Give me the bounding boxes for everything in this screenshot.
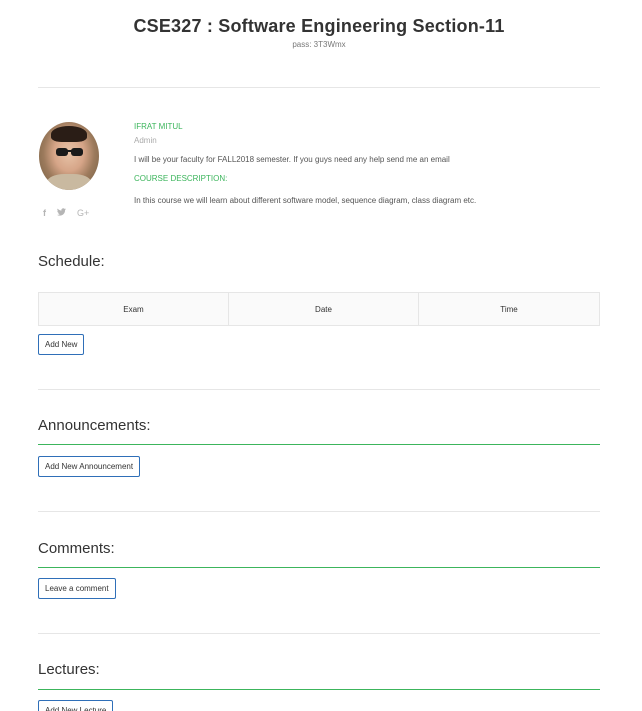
add-announcement-button[interactable]: Add New Announcement xyxy=(38,456,141,477)
course-page: CSE327 : Software Engineering Section-11… xyxy=(0,0,642,711)
faculty-message: I will be your faculty for FALL2018 seme… xyxy=(134,155,450,164)
column-header-exam: Exam xyxy=(123,304,144,314)
comments-title: Comments: xyxy=(38,540,115,557)
leave-comment-button[interactable]: Leave a comment xyxy=(38,578,116,599)
schedule-title: Schedule: xyxy=(38,253,105,270)
divider xyxy=(38,511,600,512)
faculty-card: f G+ IFRAT MITUL Admin I will be your fa… xyxy=(38,122,600,222)
google-plus-icon[interactable]: G+ xyxy=(77,208,89,218)
comments-underline xyxy=(38,567,600,568)
course-description: In this course we will learn about diffe… xyxy=(134,196,477,205)
divider xyxy=(38,87,600,88)
lectures-title: Lectures: xyxy=(38,661,100,678)
social-links: f G+ xyxy=(43,208,89,218)
schedule-table: Exam Date Time xyxy=(38,292,600,326)
faculty-info: IFRAT MITUL Admin I will be your faculty… xyxy=(134,122,594,205)
column-header-date: Date xyxy=(228,292,419,326)
lectures-underline xyxy=(38,689,600,690)
avatar xyxy=(39,122,99,190)
facebook-icon[interactable]: f xyxy=(43,208,46,218)
announcements-title: Announcements: xyxy=(38,417,151,434)
announcements-underline xyxy=(38,444,600,445)
twitter-icon[interactable] xyxy=(57,208,66,218)
faculty-role: Admin xyxy=(134,136,157,145)
divider xyxy=(38,389,600,390)
main-container: CSE327 : Software Engineering Section-11… xyxy=(38,0,600,711)
faculty-name: IFRAT MITUL xyxy=(134,122,183,131)
course-description-label: COURSE DESCRIPTION: xyxy=(134,174,228,183)
add-lecture-button[interactable]: Add New Lecture xyxy=(38,700,114,711)
divider xyxy=(38,633,600,634)
course-title: CSE327 : Software Engineering Section-11 xyxy=(133,16,505,36)
course-pass: pass: 3T3Wmx xyxy=(292,40,346,49)
add-schedule-button[interactable]: Add New xyxy=(38,334,85,355)
column-header-time: Time xyxy=(418,292,600,326)
